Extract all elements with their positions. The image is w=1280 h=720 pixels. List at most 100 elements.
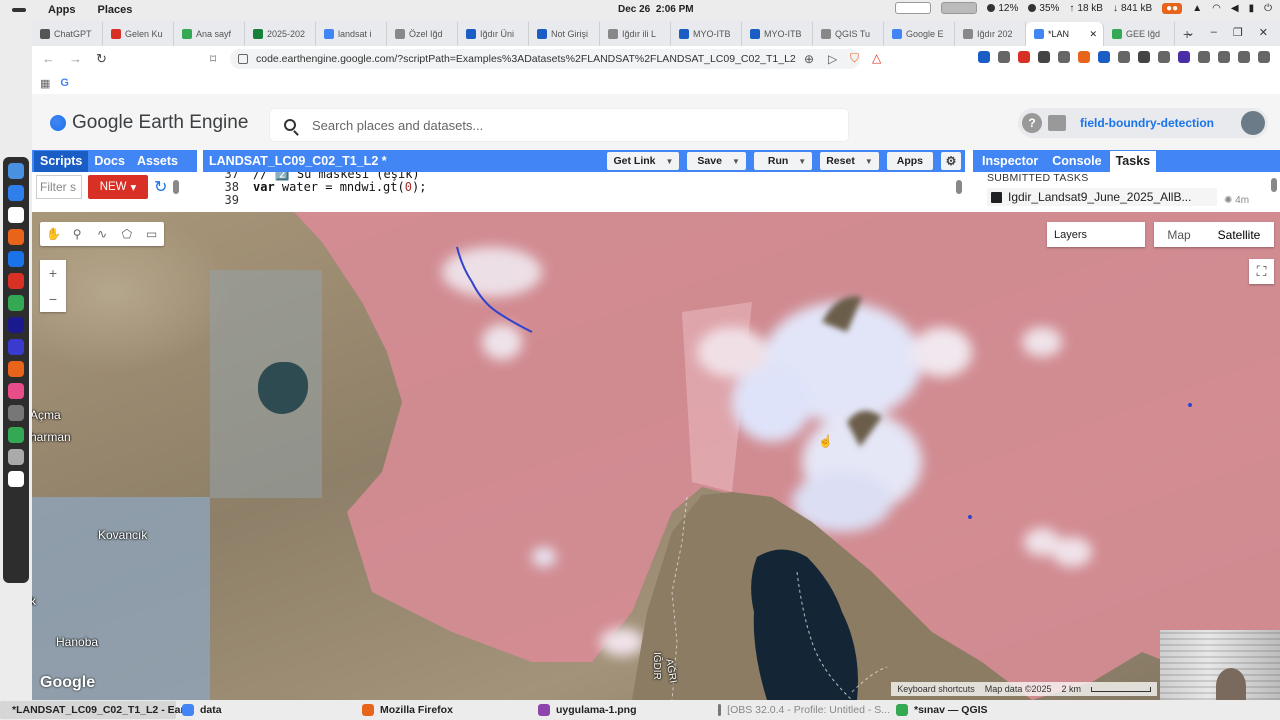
editor-scrollbar[interactable] xyxy=(956,180,962,194)
extension-icon[interactable] xyxy=(998,51,1010,63)
brave-shield-icon[interactable]: ⛉ xyxy=(850,51,859,66)
keyboard-shortcuts-link[interactable]: Keyboard shortcuts xyxy=(897,684,975,694)
extension-icon[interactable] xyxy=(1038,51,1050,63)
help-icon[interactable]: ? xyxy=(1022,113,1042,133)
scripts-scrollbar[interactable] xyxy=(173,180,180,194)
extension-icon[interactable] xyxy=(1238,51,1250,63)
run-caret-icon[interactable]: ▼ xyxy=(798,157,806,166)
recording-indicator[interactable]: ●● xyxy=(1162,2,1183,14)
map-canvas[interactable]: ✋ ⚲ ∿ ⬠ ▭ + − Layers Map Satellite ⛶ Açma ha… xyxy=(32,212,1280,700)
extension-icon[interactable] xyxy=(1218,51,1230,63)
indicator-pill-2[interactable] xyxy=(941,2,978,14)
dock-app-icon[interactable] xyxy=(8,339,24,355)
dock-app-icon[interactable] xyxy=(8,361,24,377)
browser-tab[interactable]: *LAN ✕ xyxy=(1026,22,1104,46)
project-selector[interactable]: ? field-boundry-detection xyxy=(1018,108,1268,138)
indicator-pill[interactable] xyxy=(895,2,932,14)
browser-tab[interactable]: landsat i xyxy=(316,22,387,46)
volume-icon[interactable]: ◀ xyxy=(1231,3,1239,14)
back-button[interactable]: ← xyxy=(42,51,55,67)
bookmark-icon[interactable]: ⌑ xyxy=(210,52,216,66)
hand-icon[interactable]: ✋ xyxy=(46,228,61,240)
brave-rewards-icon[interactable]: △ xyxy=(872,51,881,65)
clock[interactable]: Dec 26 2:06 PM xyxy=(618,4,694,15)
extension-icon[interactable] xyxy=(1098,51,1110,63)
apps-menu[interactable]: Apps xyxy=(48,4,76,16)
map-type-satellite[interactable]: Satellite xyxy=(1204,228,1274,242)
search-box[interactable]: Search places and datasets... xyxy=(270,109,848,141)
extension-icon[interactable] xyxy=(1138,51,1150,63)
marker-icon[interactable]: ⚲ xyxy=(71,228,83,240)
browser-tab[interactable]: Iğdır Üni xyxy=(458,22,529,46)
settings-gear-icon[interactable]: ⚙ xyxy=(941,152,961,170)
avatar[interactable] xyxy=(1241,111,1265,135)
dock-app-icon[interactable] xyxy=(8,427,24,443)
close-tab-icon[interactable]: ✕ xyxy=(1089,29,1097,40)
apps-button[interactable]: Apps xyxy=(886,152,933,170)
taskbar-window[interactable]: data xyxy=(176,701,356,719)
tab-tasks[interactable]: Tasks xyxy=(1109,150,1157,172)
save-caret-icon[interactable]: ▼ xyxy=(732,157,740,166)
url-field[interactable]: code.earthengine.google.com/?scriptPath=… xyxy=(230,49,860,69)
scale-text[interactable]: 2 km xyxy=(1061,684,1081,694)
browser-tab[interactable]: Not Girişi xyxy=(529,22,600,46)
wifi-icon[interactable]: ◠ xyxy=(1212,3,1221,14)
minimize-button[interactable]: – xyxy=(1211,26,1217,39)
download-indicator[interactable]: ↓ 841 kB xyxy=(1113,3,1152,14)
map-type-map[interactable]: Map xyxy=(1154,228,1204,242)
polygon-icon[interactable]: ⬠ xyxy=(121,228,133,240)
site-info-icon[interactable] xyxy=(238,54,248,64)
taskbar-window[interactable]: [OBS 32.0.4 - Profile: Untitled - S... xyxy=(712,701,890,719)
extension-icon[interactable] xyxy=(1118,51,1130,63)
dock-app-icon[interactable] xyxy=(8,163,24,179)
browser-tab[interactable]: 2025-202 xyxy=(245,22,316,46)
dock-app-icon[interactable] xyxy=(8,449,24,465)
dock-app-icon[interactable] xyxy=(8,251,24,267)
task-item[interactable]: Igdir_Landsat9_June_2025_AllB... xyxy=(987,188,1217,206)
extension-icon[interactable] xyxy=(1158,51,1170,63)
taskbar-window[interactable]: Mozilla Firefox xyxy=(356,701,532,719)
extension-icon[interactable] xyxy=(1178,51,1190,63)
browser-tab[interactable]: GEE Iğd xyxy=(1104,22,1175,46)
tab-assets[interactable]: Assets xyxy=(137,154,178,168)
extension-icon[interactable] xyxy=(1058,51,1070,63)
browser-tab[interactable]: Ana sayf xyxy=(174,22,245,46)
gee-logo[interactable]: Google Earth Engine xyxy=(50,112,248,134)
zoom-in-button[interactable]: + xyxy=(49,265,57,281)
tab-inspector[interactable]: Inspector xyxy=(982,154,1038,168)
extension-icon[interactable] xyxy=(1258,51,1270,63)
extension-icon[interactable] xyxy=(1198,51,1210,63)
extension-icon[interactable] xyxy=(1078,51,1090,63)
dock-app-icon[interactable] xyxy=(8,405,24,421)
new-button[interactable]: NEW ▾ xyxy=(88,175,148,199)
power-icon[interactable]: ⏻ xyxy=(1264,3,1272,14)
forward-button[interactable]: → xyxy=(69,51,82,67)
browser-tab[interactable]: ChatGPT xyxy=(32,22,103,46)
reset-caret-icon[interactable]: ▼ xyxy=(865,157,873,166)
memory-indicator[interactable]: 35% xyxy=(1028,3,1059,14)
reload-button[interactable]: ↻ xyxy=(96,51,107,67)
run-button[interactable]: Run ▼ xyxy=(753,152,813,170)
cpu-indicator[interactable]: 12% xyxy=(987,3,1018,14)
scripts-filter-input[interactable]: Filter s xyxy=(36,175,82,199)
dock-app-icon[interactable] xyxy=(8,185,24,201)
upload-indicator[interactable]: ↑ 18 kB xyxy=(1069,3,1103,14)
tab-scripts[interactable]: Scripts xyxy=(34,150,89,172)
browser-tab[interactable]: MYO-ITB xyxy=(742,22,813,46)
zoom-icon[interactable]: ⊕ xyxy=(804,52,814,66)
layers-button[interactable]: Layers xyxy=(1047,222,1145,247)
get-link-button[interactable]: Get Link ▼ xyxy=(607,152,680,170)
tasks-scrollbar[interactable] xyxy=(1271,178,1277,192)
line-icon[interactable]: ∿ xyxy=(96,228,108,240)
tab-console[interactable]: Console xyxy=(1052,154,1101,168)
refresh-icon[interactable]: ↻ xyxy=(154,177,167,197)
extension-icon[interactable] xyxy=(978,51,990,63)
dock-app-icon[interactable] xyxy=(8,295,24,311)
rectangle-icon[interactable]: ▭ xyxy=(146,228,158,240)
browser-tab[interactable]: Özel Iğd xyxy=(387,22,458,46)
zoom-out-button[interactable]: − xyxy=(49,291,57,307)
activities-icon[interactable] xyxy=(12,8,26,12)
close-window-button[interactable]: ✕ xyxy=(1259,26,1268,39)
browser-tab[interactable]: Google E xyxy=(884,22,955,46)
taskbar-window[interactable]: uygulama-1.png xyxy=(532,701,712,719)
